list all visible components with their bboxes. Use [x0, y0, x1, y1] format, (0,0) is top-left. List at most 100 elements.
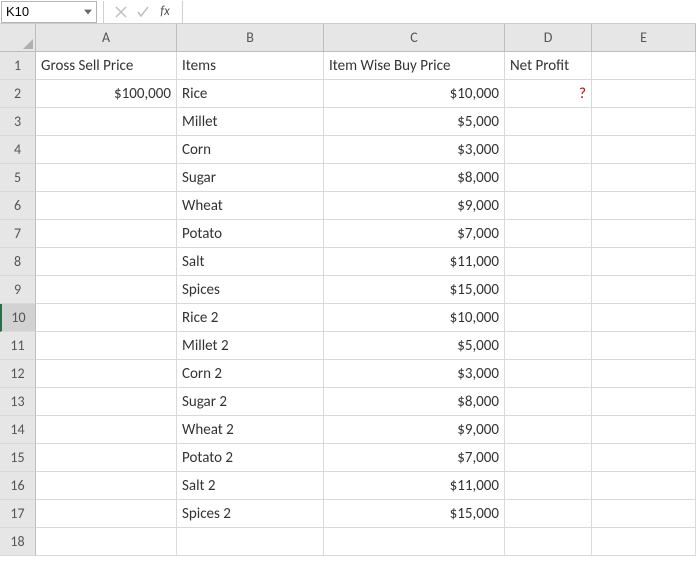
name-box-wrap[interactable]: [1, 1, 97, 23]
row-header-3[interactable]: 3: [0, 108, 36, 136]
column-header-A[interactable]: A: [36, 24, 177, 52]
cell-B1[interactable]: Items: [177, 52, 324, 80]
cell-C6[interactable]: $9,000: [324, 192, 505, 220]
row-header-12[interactable]: 12: [0, 360, 36, 388]
insert-function-button[interactable]: fx: [154, 4, 176, 19]
cell-C15[interactable]: $7,000: [324, 444, 505, 472]
cell-E4[interactable]: [592, 136, 696, 164]
cell-A17[interactable]: [36, 500, 177, 528]
cell-C9[interactable]: $15,000: [324, 276, 505, 304]
select-all-button[interactable]: [0, 24, 36, 52]
cell-A15[interactable]: [36, 444, 177, 472]
cell-B12[interactable]: Corn 2: [177, 360, 324, 388]
cell-B5[interactable]: Sugar: [177, 164, 324, 192]
cell-E7[interactable]: [592, 220, 696, 248]
cell-B6[interactable]: Wheat: [177, 192, 324, 220]
cell-A8[interactable]: [36, 248, 177, 276]
cell-D14[interactable]: [505, 416, 592, 444]
cell-C2[interactable]: $10,000: [324, 80, 505, 108]
cell-D15[interactable]: [505, 444, 592, 472]
cell-D8[interactable]: [505, 248, 592, 276]
name-box-input[interactable]: [2, 2, 80, 22]
cell-C14[interactable]: $9,000: [324, 416, 505, 444]
cell-D3[interactable]: [505, 108, 592, 136]
cell-E10[interactable]: [592, 304, 696, 332]
cell-B14[interactable]: Wheat 2: [177, 416, 324, 444]
cell-E9[interactable]: [592, 276, 696, 304]
row-header-14[interactable]: 14: [0, 416, 36, 444]
cell-C13[interactable]: $8,000: [324, 388, 505, 416]
cell-A6[interactable]: [36, 192, 177, 220]
cell-A16[interactable]: [36, 472, 177, 500]
cell-E1[interactable]: [592, 52, 696, 80]
cell-E3[interactable]: [592, 108, 696, 136]
cell-B11[interactable]: Millet 2: [177, 332, 324, 360]
cell-A12[interactable]: [36, 360, 177, 388]
cell-E14[interactable]: [592, 416, 696, 444]
cell-E6[interactable]: [592, 192, 696, 220]
chevron-down-icon[interactable]: [80, 2, 96, 22]
cell-D2[interactable]: ?: [505, 80, 592, 108]
row-header-11[interactable]: 11: [0, 332, 36, 360]
cell-D11[interactable]: [505, 332, 592, 360]
cell-C10[interactable]: $10,000: [324, 304, 505, 332]
cell-E8[interactable]: [592, 248, 696, 276]
cell-E12[interactable]: [592, 360, 696, 388]
cell-D7[interactable]: [505, 220, 592, 248]
cell-D17[interactable]: [505, 500, 592, 528]
cell-E11[interactable]: [592, 332, 696, 360]
cell-C5[interactable]: $8,000: [324, 164, 505, 192]
cell-E5[interactable]: [592, 164, 696, 192]
cell-D9[interactable]: [505, 276, 592, 304]
column-header-B[interactable]: B: [177, 24, 324, 52]
row-header-7[interactable]: 7: [0, 220, 36, 248]
cell-C1[interactable]: Item Wise Buy Price: [324, 52, 505, 80]
cell-A10[interactable]: [36, 304, 177, 332]
row-header-13[interactable]: 13: [0, 388, 36, 416]
cell-C11[interactable]: $5,000: [324, 332, 505, 360]
cell-B16[interactable]: Salt 2: [177, 472, 324, 500]
cell-E15[interactable]: [592, 444, 696, 472]
cell-B2[interactable]: Rice: [177, 80, 324, 108]
row-header-4[interactable]: 4: [0, 136, 36, 164]
cell-B18[interactable]: [177, 528, 324, 556]
cell-B13[interactable]: Sugar 2: [177, 388, 324, 416]
cell-B8[interactable]: Salt: [177, 248, 324, 276]
cell-D1[interactable]: Net Profit: [505, 52, 592, 80]
cell-B17[interactable]: Spices 2: [177, 500, 324, 528]
cell-B3[interactable]: Millet: [177, 108, 324, 136]
cell-D5[interactable]: [505, 164, 592, 192]
cell-A18[interactable]: [36, 528, 177, 556]
cell-A7[interactable]: [36, 220, 177, 248]
column-header-C[interactable]: C: [324, 24, 505, 52]
cell-D16[interactable]: [505, 472, 592, 500]
cell-A5[interactable]: [36, 164, 177, 192]
cell-C8[interactable]: $11,000: [324, 248, 505, 276]
cell-B7[interactable]: Potato: [177, 220, 324, 248]
cell-A9[interactable]: [36, 276, 177, 304]
cell-E13[interactable]: [592, 388, 696, 416]
cell-D12[interactable]: [505, 360, 592, 388]
cell-C3[interactable]: $5,000: [324, 108, 505, 136]
formula-input[interactable]: [189, 2, 696, 22]
row-header-1[interactable]: 1: [0, 52, 36, 80]
cell-D6[interactable]: [505, 192, 592, 220]
cell-A11[interactable]: [36, 332, 177, 360]
row-header-15[interactable]: 15: [0, 444, 36, 472]
row-header-2[interactable]: 2: [0, 80, 36, 108]
cell-C4[interactable]: $3,000: [324, 136, 505, 164]
cell-E18[interactable]: [592, 528, 696, 556]
cell-B9[interactable]: Spices: [177, 276, 324, 304]
cell-D4[interactable]: [505, 136, 592, 164]
cell-A13[interactable]: [36, 388, 177, 416]
cell-B10[interactable]: Rice 2: [177, 304, 324, 332]
cell-C12[interactable]: $3,000: [324, 360, 505, 388]
cell-D13[interactable]: [505, 388, 592, 416]
cell-D10[interactable]: [505, 304, 592, 332]
spreadsheet-grid[interactable]: ABCDE1Gross Sell PriceItemsItem Wise Buy…: [0, 24, 696, 556]
column-header-E[interactable]: E: [592, 24, 696, 52]
row-header-16[interactable]: 16: [0, 472, 36, 500]
cell-A3[interactable]: [36, 108, 177, 136]
cell-A4[interactable]: [36, 136, 177, 164]
column-header-D[interactable]: D: [505, 24, 592, 52]
